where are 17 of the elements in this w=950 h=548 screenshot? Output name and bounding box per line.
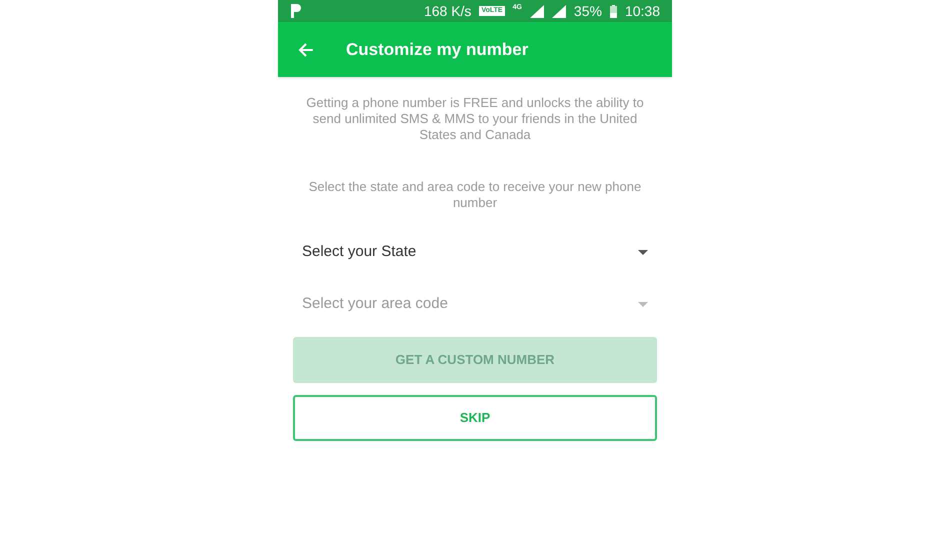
dropdown-placeholder: Select your State (302, 242, 416, 262)
dropdown-placeholder: Select your area code (302, 294, 448, 314)
caret-icon (638, 250, 648, 254)
instruction-text: Select the state and area code to receive your new phone number (308, 179, 642, 211)
clock: 10:38 (624, 2, 660, 20)
back-arrow-icon[interactable] (298, 42, 314, 58)
screen-title: Customize my number (346, 38, 528, 61)
intro-text: Getting a phone number is FREE and unlocks the ability to send unlimited SMS & MMS to your friends in the United States and Canada (305, 95, 645, 143)
signal-icon (552, 4, 566, 18)
battery-icon (610, 4, 617, 18)
app-logo-icon (290, 4, 302, 18)
dropdown[interactable]: Select your State (302, 237, 648, 267)
network-speed: 168 K/s (424, 2, 472, 20)
signal-icon (530, 4, 544, 18)
battery-percent: 35% (574, 2, 602, 20)
caret-icon (638, 302, 648, 306)
skip-button[interactable]: SKIP (293, 395, 657, 441)
